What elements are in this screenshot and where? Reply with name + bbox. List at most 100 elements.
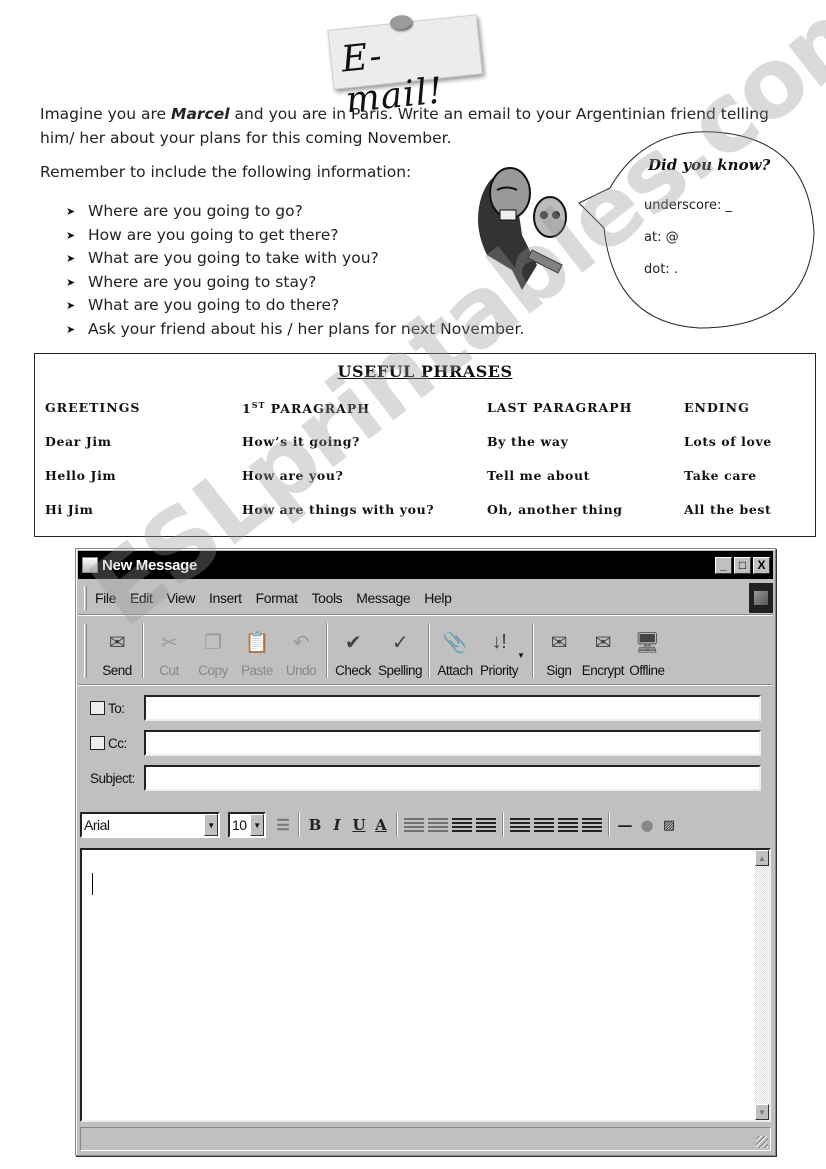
cc-field-row: Cc:	[78, 728, 773, 758]
decrease-indent-icon[interactable]	[452, 818, 472, 832]
bubble-item-at: at: @	[644, 230, 679, 245]
encrypt-icon: ✉	[594, 631, 612, 654]
list-item-text: What are you going to do there?	[88, 296, 340, 314]
phrase: Hi Jim	[45, 502, 94, 517]
offline-icon: 🖥	[634, 631, 660, 654]
cc-label[interactable]: Cc:	[78, 736, 144, 751]
menu-file[interactable]: File	[95, 590, 116, 606]
send-label: Send	[102, 663, 132, 678]
character-name: Marcel	[171, 105, 230, 123]
encrypt-button[interactable]: ✉ Encrypt	[581, 617, 625, 684]
check-button[interactable]: ✔ Check	[331, 617, 375, 684]
list-item: ➤ Where are you going to stay?	[66, 271, 524, 295]
phrase: Oh, another thing	[487, 502, 623, 517]
increase-indent-icon[interactable]	[476, 818, 496, 832]
menubar-grip[interactable]	[84, 585, 87, 610]
copy-button[interactable]: ❐ Copy	[191, 617, 235, 684]
bubble-title: Did you know?	[648, 156, 771, 174]
remember-text: Remember to include the following inform…	[40, 163, 412, 181]
menu-view[interactable]: View	[167, 590, 196, 606]
font-color-button[interactable]: A	[370, 816, 392, 834]
phrase: Lots of love	[684, 434, 772, 449]
align-right-icon[interactable]	[558, 818, 578, 832]
align-left-icon[interactable]	[510, 818, 530, 832]
font-select[interactable]: Arial ▼	[80, 812, 220, 838]
to-input[interactable]	[144, 695, 761, 721]
toolbar-separator	[326, 623, 328, 678]
font-size-value: 10	[232, 817, 247, 833]
menu-help[interactable]: Help	[424, 590, 452, 606]
header-rest: PARAGRAPH	[265, 401, 371, 417]
send-button[interactable]: ✉ Send	[95, 617, 139, 684]
numbered-list-icon[interactable]	[404, 818, 424, 832]
justify-icon[interactable]	[582, 818, 602, 832]
subject-input[interactable]	[144, 765, 761, 791]
toolbar-separator	[298, 813, 300, 837]
bubble-item-dot: dot: .	[644, 262, 678, 277]
close-button[interactable]: X	[753, 556, 770, 574]
toolbar-separator	[502, 813, 504, 837]
toolbar-separator	[396, 813, 398, 837]
menu-insert[interactable]: Insert	[209, 590, 242, 606]
toolbar: ✉ Send ✂ Cut ❐ Copy 📋 Paste ↶ Undo ✔ Check ✓ Sp…	[78, 617, 773, 685]
toolbar-grip[interactable]	[84, 623, 87, 678]
scroll-up-button[interactable]: ▲	[755, 850, 769, 866]
paste-label: Paste	[240, 663, 274, 678]
vertical-scrollbar[interactable]: ▲ ▼	[755, 850, 769, 1120]
phrase: Hello Jim	[45, 468, 117, 483]
cc-input[interactable]	[144, 730, 761, 756]
menu-bar: File Edit View Insert Format Tools Messa…	[78, 581, 773, 615]
menu-tools[interactable]: Tools	[312, 590, 343, 606]
font-value: Arial	[84, 817, 110, 833]
attach-button[interactable]: 📎 Attach	[433, 617, 477, 684]
resize-grip[interactable]	[756, 1136, 768, 1148]
cut-button[interactable]: ✂ Cut	[147, 617, 191, 684]
message-body-input[interactable]: ▲ ▼	[80, 848, 771, 1122]
to-label[interactable]: To:	[78, 701, 144, 716]
priority-dropdown-icon[interactable]: ▼	[517, 651, 525, 660]
underline-button[interactable]: U	[348, 816, 370, 834]
insert-picture-icon[interactable]: ▨	[658, 818, 680, 833]
phrases-column-greetings: GREETINGS Dear Jim Hello Jim Hi Jim	[45, 400, 140, 536]
list-item: ➤ What are you going to take with you?	[66, 247, 524, 271]
offline-button[interactable]: 🖥 Offline	[625, 617, 669, 684]
chevron-down-icon[interactable]: ▼	[204, 814, 218, 836]
menu-edit[interactable]: Edit	[130, 590, 153, 606]
minimize-button[interactable]: _	[715, 556, 732, 574]
title-bar[interactable]: New Message _ □ X	[78, 551, 773, 579]
menu-message[interactable]: Message	[356, 590, 410, 606]
align-center-icon[interactable]	[534, 818, 554, 832]
font-size-select[interactable]: 10 ▼	[228, 812, 266, 838]
column-header: LAST PARAGRAPH	[487, 400, 633, 415]
cut-label: Cut	[159, 663, 179, 678]
app-icon	[82, 557, 98, 573]
arrow-bullet-icon: ➤	[66, 228, 76, 242]
italic-button[interactable]: I	[326, 816, 348, 834]
maximize-button[interactable]: □	[734, 556, 751, 574]
paragraph-style-icon[interactable]: ☰	[272, 816, 294, 834]
bullet-list-icon[interactable]	[428, 818, 448, 832]
undo-button[interactable]: ↶ Undo	[279, 617, 323, 684]
chevron-down-icon[interactable]: ▼	[250, 814, 264, 836]
phrases-column-last-paragraph: LAST PARAGRAPH By the way Tell me about …	[487, 400, 632, 536]
paste-button[interactable]: 📋 Paste	[235, 617, 279, 684]
header-sup: ST	[251, 400, 266, 410]
hyperlink-icon[interactable]: ●	[636, 816, 658, 834]
spelling-button[interactable]: ✓ Spelling	[375, 617, 425, 684]
scroll-down-button[interactable]: ▼	[755, 1104, 769, 1120]
list-item: ➤ How are you going to get there?	[66, 224, 524, 248]
scissors-icon: ✂	[160, 631, 178, 654]
list-item-text: Where are you going to stay?	[88, 272, 317, 291]
sign-button[interactable]: ✉ Sign	[537, 617, 581, 684]
phrases-column-first-paragraph: 1ST PARAGRAPH How’s it going? How are yo…	[242, 400, 434, 536]
menu-format[interactable]: Format	[256, 590, 298, 606]
horizontal-line-icon[interactable]: —	[614, 816, 636, 834]
list-item-text: How are you going to get there?	[88, 225, 339, 244]
phrase: Dear Jim	[45, 434, 112, 449]
column-header: GREETINGS	[45, 400, 141, 415]
subject-field-row: Subject:	[78, 763, 773, 793]
priority-button[interactable]: ↓! Priority	[477, 617, 521, 684]
toolbar-separator	[608, 813, 610, 837]
bold-button[interactable]: B	[304, 816, 326, 834]
copy-label: Copy	[198, 663, 228, 678]
